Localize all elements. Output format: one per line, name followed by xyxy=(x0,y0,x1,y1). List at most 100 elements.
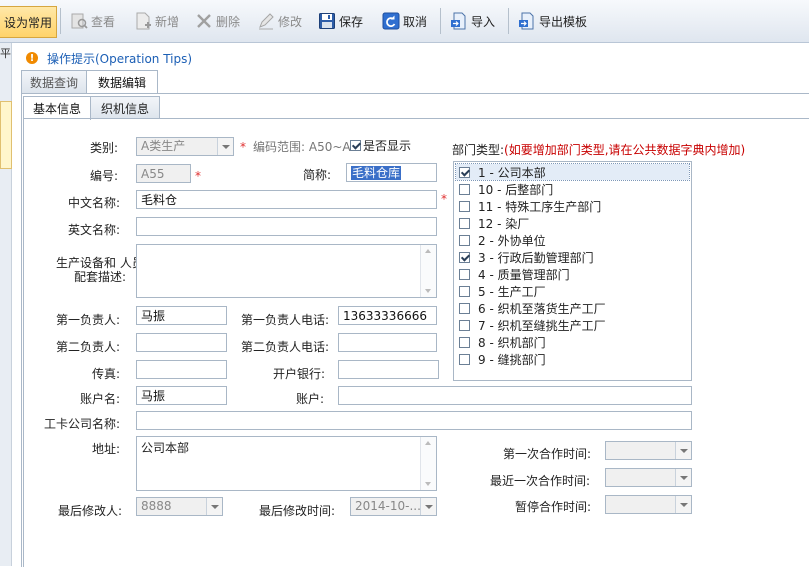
chevron-down-icon[interactable] xyxy=(420,498,436,515)
show-toggle[interactable]: 是否显示 xyxy=(350,137,411,154)
dept-type-title: 部门类型:(如要增加部门类型,请在公共数据字典内增加) xyxy=(452,141,745,158)
chevron-down-icon[interactable] xyxy=(675,442,691,459)
operation-tips[interactable]: ! 操作提示(Operation Tips) xyxy=(26,50,192,66)
account-name-label: 账户名: xyxy=(80,392,121,406)
set-common-button[interactable]: 设为常用 xyxy=(0,6,57,38)
fax-label: 传真: xyxy=(92,367,121,381)
cancel-button[interactable]: 取消 xyxy=(382,8,427,34)
import-button[interactable]: 导入 xyxy=(450,8,495,34)
delete-button[interactable]: 删除 xyxy=(195,8,240,34)
dept-type-checkbox[interactable] xyxy=(459,200,470,212)
pause-coop-date[interactable] xyxy=(605,495,692,514)
last-modified-value: 2014-10-... xyxy=(355,499,421,513)
address-label: 地址: xyxy=(92,442,121,456)
dept-type-item[interactable]: 1 - 公司本部 xyxy=(455,163,690,181)
dept-type-checkbox[interactable] xyxy=(459,166,470,178)
last-modifier-select[interactable]: 8888 xyxy=(136,497,223,516)
en-name-label: 英文名称: xyxy=(68,223,121,237)
account-field[interactable] xyxy=(338,386,692,405)
last-modifier-label: 最后修改人: xyxy=(58,504,123,518)
dept-type-checkbox[interactable] xyxy=(459,302,470,314)
dept-type-item[interactable]: 9 - 缝挑部门 xyxy=(456,351,689,367)
warning-icon: ! xyxy=(26,52,38,64)
equipment-textarea[interactable] xyxy=(136,244,437,298)
fax-field[interactable] xyxy=(136,360,227,379)
modify-label: 修改 xyxy=(278,14,303,29)
dept-type-checkbox[interactable] xyxy=(459,251,470,263)
dept-type-item-label: 11 - 特殊工序生产部门 xyxy=(478,199,602,214)
first-coop-date[interactable] xyxy=(605,441,692,460)
scrollbar[interactable] xyxy=(420,437,436,490)
code-range-hint: 编码范围: A50~A xyxy=(253,140,351,154)
dept-type-checkbox[interactable] xyxy=(459,336,470,348)
dept-type-item[interactable]: 4 - 质量管理部门 xyxy=(456,266,689,282)
short-name-field[interactable]: 毛料仓库 xyxy=(346,163,437,182)
card-company-label: 工卡公司名称: xyxy=(44,417,121,431)
equipment-label-line2: 配套描述: xyxy=(74,270,127,284)
last-modified-date[interactable]: 2014-10-... xyxy=(350,497,437,516)
chevron-down-icon[interactable] xyxy=(217,138,233,155)
tab-loom-info[interactable]: 织机信息 xyxy=(90,96,160,119)
save-disk-icon xyxy=(318,12,336,30)
tab-data-query[interactable]: 数据查询 xyxy=(21,70,87,93)
person1-field[interactable]: 马振 xyxy=(136,306,227,325)
account-name-field[interactable]: 马振 xyxy=(136,386,227,405)
add-button[interactable]: 新增 xyxy=(134,8,179,34)
dept-type-item-label: 10 - 后整部门 xyxy=(478,182,554,197)
left-nav-strip: 平 xyxy=(0,43,12,566)
dept-type-item[interactable]: 12 - 染厂 xyxy=(456,215,689,231)
person2-field[interactable] xyxy=(136,333,227,352)
undo-icon xyxy=(382,12,400,30)
dept-type-item[interactable]: 2 - 外协单位 xyxy=(456,232,689,248)
dept-type-checkbox[interactable] xyxy=(459,285,470,297)
operation-tips-label: 操作提示(Operation Tips) xyxy=(47,51,193,66)
chevron-down-icon[interactable] xyxy=(206,498,222,515)
toolbar: 设为常用 查看 新增 删除 修改 保存 取消 导入 导出模板 xyxy=(0,0,809,43)
phone2-field[interactable] xyxy=(338,333,437,352)
dept-type-checkbox[interactable] xyxy=(459,268,470,280)
dept-type-checkbox[interactable] xyxy=(459,319,470,331)
last-modifier-value: 8888 xyxy=(141,499,172,513)
modify-button[interactable]: 修改 xyxy=(257,8,302,34)
card-company-field[interactable] xyxy=(136,411,692,430)
dept-type-checkbox[interactable] xyxy=(459,353,470,365)
recent-coop-date[interactable] xyxy=(605,468,692,487)
cn-name-field[interactable]: 毛料仓 xyxy=(136,190,437,209)
export-template-button[interactable]: 导出模板 xyxy=(518,8,587,34)
save-button[interactable]: 保存 xyxy=(318,8,363,34)
show-checkbox[interactable] xyxy=(350,140,361,151)
category-select[interactable]: A类生产 xyxy=(136,137,234,156)
tab-data-query-label: 数据查询 xyxy=(29,75,78,90)
chevron-down-icon[interactable] xyxy=(675,469,691,486)
dept-type-item[interactable]: 7 - 织机至缝挑生产工厂 xyxy=(456,317,689,333)
phone1-field[interactable]: 13633336666 xyxy=(338,306,437,325)
chevron-down-icon[interactable] xyxy=(675,496,691,513)
dept-type-checkbox[interactable] xyxy=(459,234,470,246)
delete-x-icon xyxy=(195,12,213,30)
dept-type-checkbox[interactable] xyxy=(459,183,470,195)
cancel-label: 取消 xyxy=(403,14,428,29)
dept-type-item[interactable]: 10 - 后整部门 xyxy=(456,181,689,197)
dept-type-item[interactable]: 5 - 生产工厂 xyxy=(456,283,689,299)
dept-type-item[interactable]: 6 - 织机至落货生产工厂 xyxy=(456,300,689,316)
required-star: * xyxy=(240,140,246,154)
import-icon xyxy=(450,12,468,30)
dept-type-item-label: 3 - 行政后勤管理部门 xyxy=(478,250,594,265)
address-textarea[interactable]: 公司本部 xyxy=(136,436,437,491)
dept-type-item[interactable]: 11 - 特殊工序生产部门 xyxy=(456,198,689,214)
left-nav-selected-item[interactable] xyxy=(0,101,12,169)
view-button[interactable]: 查看 xyxy=(70,8,115,34)
dept-type-item[interactable]: 8 - 织机部门 xyxy=(456,334,689,350)
account-label: 账户: xyxy=(296,392,325,406)
bank-field[interactable] xyxy=(338,360,439,379)
dept-type-checkbox[interactable] xyxy=(459,217,470,229)
export-template-label: 导出模板 xyxy=(539,14,588,29)
set-common-label: 设为常用 xyxy=(3,15,52,30)
last-modified-label: 最后修改时间: xyxy=(259,504,336,518)
tab-basic-info[interactable]: 基本信息 xyxy=(23,96,91,120)
tab-data-edit[interactable]: 数据编辑 xyxy=(86,70,158,94)
dept-type-item[interactable]: 3 - 行政后勤管理部门 xyxy=(456,249,689,265)
scrollbar[interactable] xyxy=(420,245,436,297)
en-name-field[interactable] xyxy=(136,217,437,236)
code-field[interactable]: A55 xyxy=(136,164,191,183)
